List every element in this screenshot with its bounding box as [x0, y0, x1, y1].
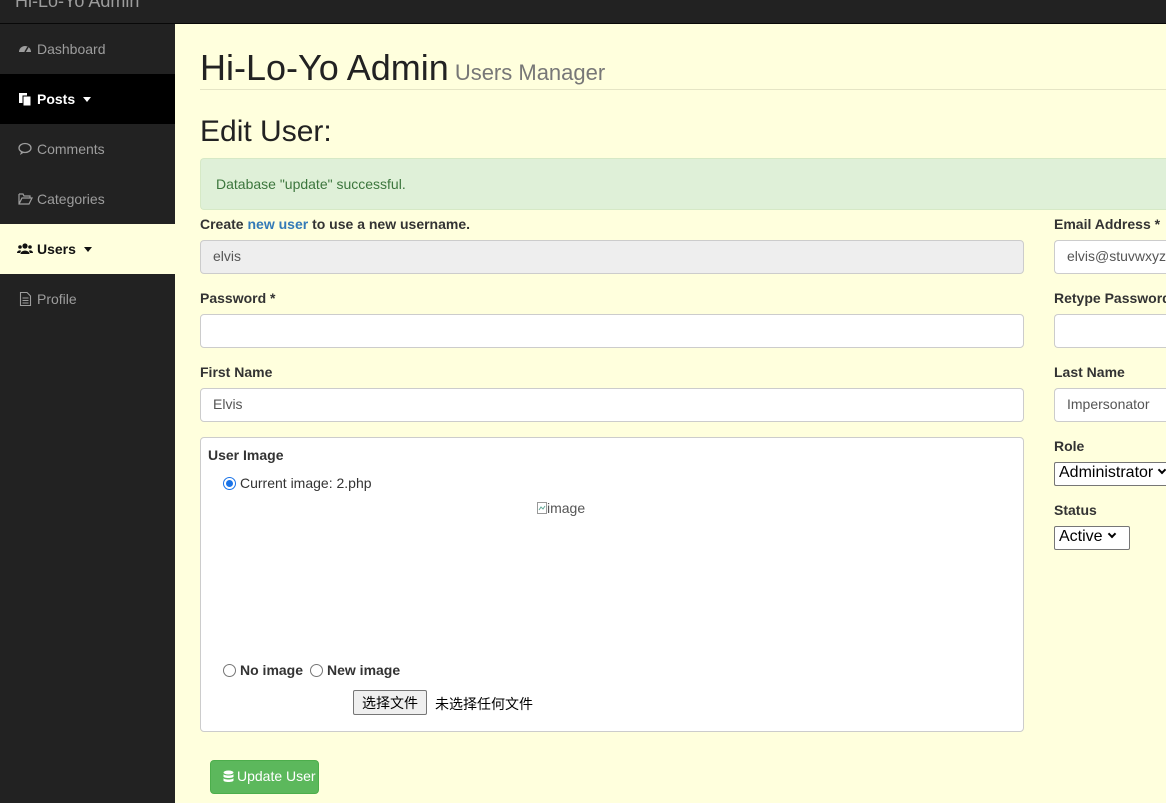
password-label: Password * [200, 290, 276, 306]
sidebar-item-label: Users [37, 241, 76, 257]
new-user-link[interactable]: new user [247, 216, 308, 232]
sidebar-item-users[interactable]: Users [0, 224, 175, 274]
username-label: Create new user to use a new username. [200, 216, 470, 232]
sidebar-item-label: Dashboard [37, 41, 106, 57]
sidebar-item-posts[interactable]: Posts [0, 74, 175, 124]
database-icon [223, 770, 234, 782]
caret-down-icon [83, 246, 92, 252]
retype-password-label: Retype Password * [1054, 290, 1166, 306]
form-heading: Edit User: [200, 115, 332, 148]
email-field[interactable]: elvis@stuvwxyz.com [1054, 240, 1166, 274]
success-alert: Database "update" successful. [200, 158, 1166, 210]
update-user-label: Update User [237, 768, 316, 784]
dashboard-icon [17, 41, 33, 57]
username-field[interactable]: elvis [200, 240, 1024, 274]
sidebar: Dashboard Posts Comments Categories User… [0, 24, 175, 803]
folder-open-icon [17, 191, 33, 207]
username-label-prefix: Create [200, 216, 244, 232]
role-value: Administrator [1059, 464, 1154, 481]
users-icon [17, 241, 33, 257]
update-user-button[interactable]: Update User [210, 760, 319, 794]
current-image-option[interactable]: Current image: 2.php [223, 475, 372, 491]
brand-title[interactable]: Hi-Lo-Yo Admin [15, 0, 139, 12]
new-image-label: New image [327, 662, 401, 678]
role-label: Role [1054, 438, 1085, 454]
no-image-radio[interactable] [223, 664, 236, 677]
last-name-label: Last Name [1054, 364, 1125, 380]
comment-icon [17, 141, 33, 157]
email-label: Email Address * [1054, 216, 1161, 232]
caret-down-icon [83, 96, 92, 102]
last-name-field[interactable]: Impersonator [1054, 388, 1166, 422]
user-image-label: User Image [208, 447, 284, 463]
sidebar-item-categories[interactable]: Categories [0, 174, 175, 224]
no-image-option[interactable]: No image [223, 662, 303, 678]
status-label: Status [1054, 502, 1097, 518]
first-name-label: First Name [200, 364, 273, 380]
sidebar-item-label: Posts [37, 91, 76, 107]
image-alt-text: image [547, 500, 586, 516]
sidebar-item-label: Categories [37, 191, 105, 207]
page-subtitle: Users Manager [454, 60, 606, 85]
current-image-radio[interactable] [223, 477, 236, 490]
username-label-suffix: to use a new username. [312, 216, 471, 232]
choose-file-button[interactable]: 选择文件 [353, 690, 427, 715]
sidebar-item-profile[interactable]: Profile [0, 274, 175, 324]
top-navbar: Hi-Lo-Yo Admin [0, 0, 1166, 24]
new-image-radio[interactable] [310, 664, 323, 677]
page-title-text: Hi-Lo-Yo Admin [200, 47, 449, 88]
status-select[interactable]: Active [1054, 526, 1130, 550]
page-header: Hi-Lo-Yo Admin Users Manager [200, 48, 1166, 90]
status-value: Active [1059, 528, 1103, 545]
sidebar-item-comments[interactable]: Comments [0, 124, 175, 174]
role-select[interactable]: Administrator [1054, 462, 1166, 486]
sidebar-item-label: Profile [37, 291, 77, 307]
broken-image-icon [537, 502, 547, 514]
first-name-field[interactable]: Elvis [200, 388, 1024, 422]
sidebar-item-label: Comments [37, 141, 105, 157]
page-title: Hi-Lo-Yo Admin Users Manager [200, 48, 605, 93]
new-image-option[interactable]: New image [310, 662, 400, 678]
chevron-down-icon [1158, 465, 1166, 475]
file-text-icon [17, 291, 33, 307]
file-status: 未选择任何文件 [435, 696, 533, 712]
current-image-label: Current image: 2.php [240, 475, 372, 491]
user-image-panel: User Image Current image: 2.php image No… [200, 437, 1024, 732]
retype-password-field[interactable] [1054, 314, 1166, 348]
chevron-down-icon [1107, 529, 1116, 539]
sidebar-item-dashboard[interactable]: Dashboard [0, 24, 175, 74]
user-image-preview: image [537, 500, 585, 516]
password-field[interactable] [200, 314, 1024, 348]
no-image-label: No image [240, 662, 304, 678]
files-icon [17, 91, 33, 107]
